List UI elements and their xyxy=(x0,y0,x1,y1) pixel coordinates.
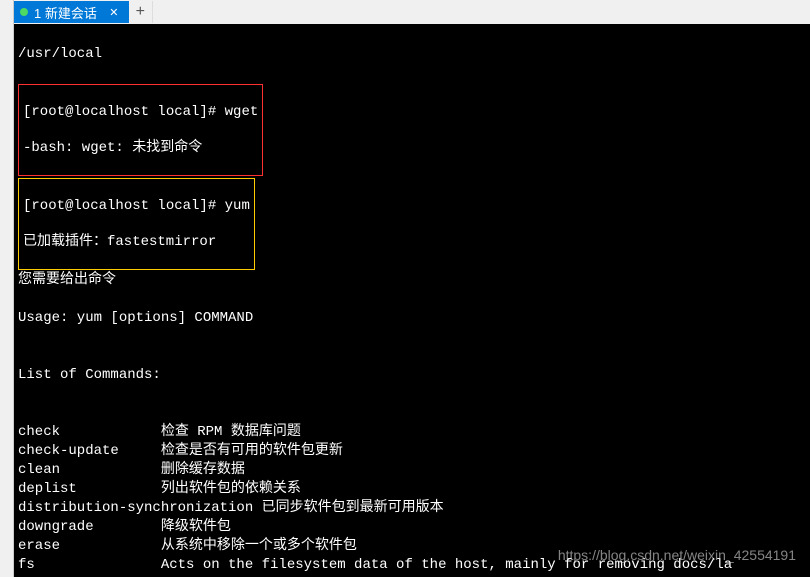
command-row: downgrade 降级软件包 xyxy=(18,518,806,537)
highlight-box-yum: [root@localhost local]# yum 已加载插件：fastes… xyxy=(18,178,255,270)
status-dot-icon xyxy=(20,8,28,16)
command-row: erase 从系统中移除一个或多个软件包 xyxy=(18,537,806,556)
response-line: -bash: wget: 未找到命令 xyxy=(23,139,258,157)
highlight-box-wget: [root@localhost local]# wget -bash: wget… xyxy=(18,84,263,176)
left-sidebar xyxy=(0,0,14,577)
tab-bar: 1 新建会话 ✕ + xyxy=(14,0,810,24)
command-row: check-update 检查是否有可用的软件包更新 xyxy=(18,442,806,461)
command-row: clean 删除缓存数据 xyxy=(18,461,806,480)
usage-line: Usage: yum [options] COMMAND xyxy=(18,309,806,328)
response-line: 已加载插件：fastestmirror xyxy=(23,233,250,251)
prompt-line: [root@localhost local]# yum xyxy=(23,197,250,215)
need-cmd-line: 您需要给出命令 xyxy=(18,271,806,290)
terminal-output[interactable]: /usr/local [root@localhost local]# wget … xyxy=(14,24,810,577)
command-row: distribution-synchronization 已同步软件包到最新可用… xyxy=(18,499,806,518)
session-tab[interactable]: 1 新建会话 ✕ xyxy=(14,1,129,23)
tab-label: 1 新建会话 xyxy=(34,3,97,22)
close-icon[interactable]: ✕ xyxy=(107,5,121,19)
list-header: List of Commands: xyxy=(18,366,806,385)
command-list: check 检查 RPM 数据库问题check-update 检查是否有可用的软… xyxy=(18,423,806,577)
command-row: deplist 列出软件包的依赖关系 xyxy=(18,480,806,499)
command-row: check 检查 RPM 数据库问题 xyxy=(18,423,806,442)
plus-icon: + xyxy=(136,3,146,21)
cwd-line: /usr/local xyxy=(18,45,806,64)
add-tab-button[interactable]: + xyxy=(129,1,153,23)
command-row: fs Acts on the filesystem data of the ho… xyxy=(18,556,806,575)
prompt-line: [root@localhost local]# wget xyxy=(23,103,258,121)
